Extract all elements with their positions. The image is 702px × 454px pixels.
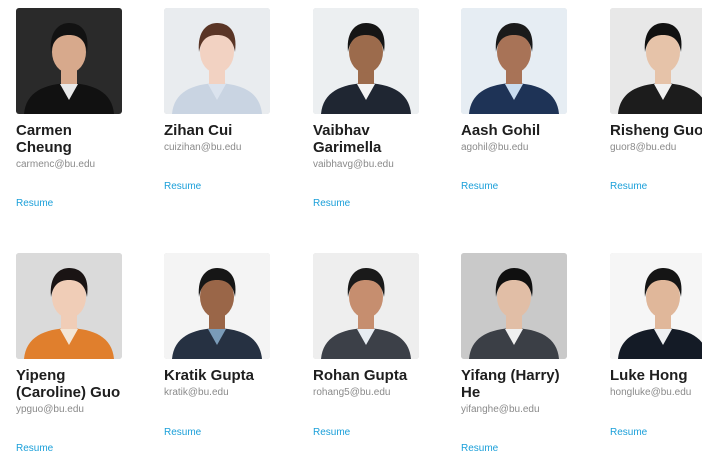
avatar [313, 8, 419, 114]
avatar [313, 253, 419, 359]
resume-link[interactable]: Resume [313, 198, 350, 209]
person-name: Luke Hong [610, 367, 688, 384]
avatar [461, 8, 567, 114]
person-name: Yipeng (Caroline) Guo [16, 367, 121, 401]
person-email: carmenc@bu.edu [16, 159, 96, 170]
person-email: yifanghe@bu.edu [461, 404, 540, 415]
person-card: Yifang (Harry) He yifanghe@bu.edu [461, 253, 601, 416]
person-email: cuizihan@bu.edu [164, 142, 242, 153]
person-card: Aash Gohil agohil@bu.edu [461, 8, 601, 154]
person-email: rohang5@bu.edu [313, 387, 391, 398]
resume-link[interactable]: Resume [16, 198, 53, 209]
person-card: Rohan Gupta rohang5@bu.edu [313, 253, 453, 399]
person-card: Luke Hong hongluke@bu.edu [610, 253, 702, 399]
resume-link[interactable]: Resume [461, 443, 498, 454]
person-card: Zihan Cui cuizihan@bu.edu [164, 8, 304, 154]
avatar [16, 8, 122, 114]
person-name: Aash Gohil [461, 122, 541, 139]
person-name: Rohan Gupta [313, 367, 408, 384]
person-name: Carmen Cheung [16, 122, 72, 156]
resume-link[interactable]: Resume [164, 427, 201, 438]
person-name: Zihan Cui [164, 122, 233, 139]
avatar [610, 253, 702, 359]
person-card: Kratik Gupta kratik@bu.edu [164, 253, 304, 399]
resume-link[interactable]: Resume [313, 427, 350, 438]
person-card: Risheng Guo guor8@bu.edu [610, 8, 702, 154]
person-card: Yipeng (Caroline) Guo ypguo@bu.edu [16, 253, 156, 416]
avatar [610, 8, 702, 114]
resume-link[interactable]: Resume [16, 443, 53, 454]
person-name: Yifang (Harry) He [461, 367, 560, 401]
resume-link[interactable]: Resume [610, 427, 647, 438]
person-card: Carmen Cheung carmenc@bu.edu [16, 8, 156, 171]
person-card: Vaibhav Garimella vaibhavg@bu.edu [313, 8, 453, 171]
person-email: ypguo@bu.edu [16, 404, 84, 415]
avatar [16, 253, 122, 359]
person-email: guor8@bu.edu [610, 142, 677, 153]
resume-link[interactable]: Resume [461, 181, 498, 192]
avatar [164, 8, 270, 114]
resume-link[interactable]: Resume [610, 181, 647, 192]
avatar [461, 253, 567, 359]
person-email: vaibhavg@bu.edu [313, 159, 394, 170]
avatar [164, 253, 270, 359]
person-email: kratik@bu.edu [164, 387, 229, 398]
person-name: Risheng Guo [610, 122, 702, 139]
person-email: hongluke@bu.edu [610, 387, 692, 398]
person-name: Kratik Gupta [164, 367, 255, 384]
person-email: agohil@bu.edu [461, 142, 529, 153]
resume-link[interactable]: Resume [164, 181, 201, 192]
person-name: Vaibhav Garimella [313, 122, 382, 156]
